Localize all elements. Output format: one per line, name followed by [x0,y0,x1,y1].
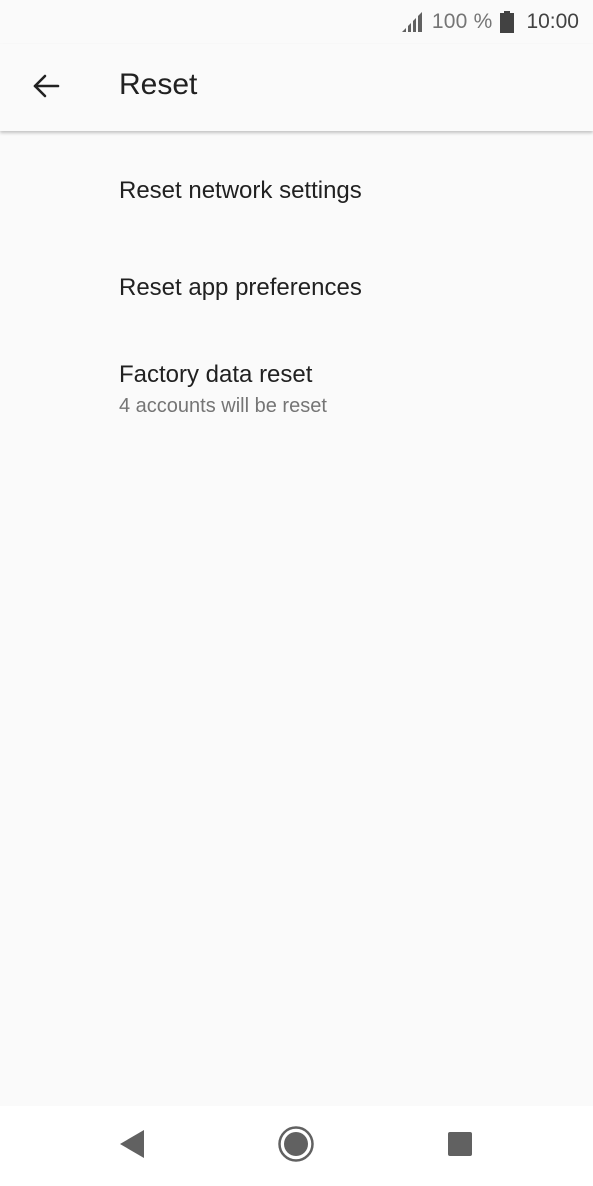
nav-recents-button[interactable] [434,1120,486,1172]
nav-back-icon [117,1128,147,1165]
list-item-factory-data-reset[interactable]: Factory data reset 4 accounts will be re… [0,361,593,418]
nav-recents-icon [447,1131,473,1162]
list-item-title: Reset network settings [119,177,362,204]
page-title: Reset [119,68,198,101]
reset-options-list: Reset network settings Reset app prefere… [0,131,593,417]
clock: 10:00 [526,10,579,33]
list-item-reset-app-preferences[interactable]: Reset app preferences [0,228,593,326]
list-item-title: Factory data reset [119,361,313,388]
back-button[interactable] [22,64,70,112]
battery-percent: 100 % [431,10,493,33]
status-bar: 100 % 10:00 [0,0,593,44]
arrow-left-icon [32,74,60,103]
navigation-bar [0,1106,593,1186]
reset-settings-screen: 100 % 10:00 Reset Reset network settings [0,0,593,1186]
nav-home-button[interactable] [270,1120,322,1172]
list-item-reset-network-settings[interactable]: Reset network settings [0,131,593,229]
list-item-subtitle: 4 accounts will be reset [119,395,327,417]
list-item-title: Reset app preferences [119,274,362,301]
nav-back-button[interactable] [106,1120,158,1172]
signal-icon [400,11,424,33]
battery-icon [500,11,515,33]
nav-home-icon [277,1125,315,1168]
app-bar: Reset [0,44,593,131]
